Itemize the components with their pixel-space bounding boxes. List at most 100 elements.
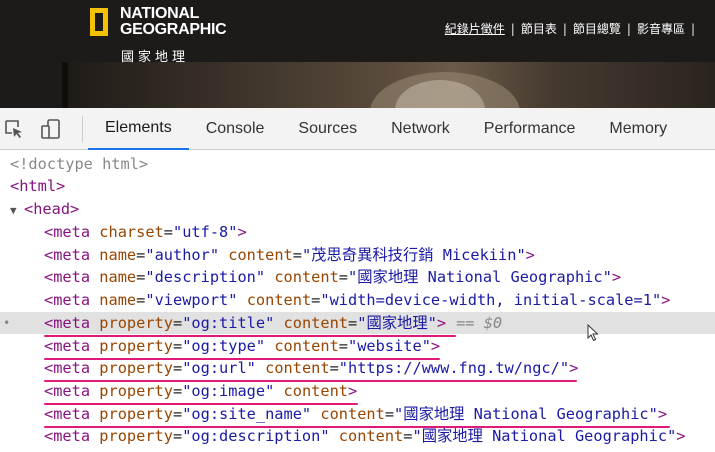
dom-node-meta[interactable]: <meta property="og:url" content="https:/… xyxy=(0,357,715,379)
tag-open: < xyxy=(44,268,54,287)
tag-close: > xyxy=(657,404,668,423)
attr-value[interactable]: og:description xyxy=(191,427,320,445)
hero-image-edge xyxy=(62,62,68,108)
tag-open: < xyxy=(44,427,54,446)
attr-value[interactable]: utf-8 xyxy=(182,223,228,241)
tab-memory[interactable]: Memory xyxy=(592,108,684,150)
nav-separator: | xyxy=(690,21,695,36)
attr-name[interactable]: name xyxy=(99,246,136,264)
dom-node-meta[interactable]: <meta name="description" content="國家地理 N… xyxy=(0,266,715,288)
natgeo-logo-icon[interactable] xyxy=(90,8,108,36)
attr-value[interactable]: website xyxy=(357,337,421,355)
attr-value[interactable]: https://www.fng.tw/ngc/ xyxy=(348,359,560,377)
attr-value[interactable]: 國家地理 National Geographic xyxy=(403,405,648,423)
attr-value[interactable]: og:type xyxy=(191,337,255,355)
tab-elements[interactable]: Elements xyxy=(88,108,189,150)
tag-close: > xyxy=(436,313,447,332)
tag-name: meta xyxy=(53,427,91,446)
tab-console[interactable]: Console xyxy=(189,108,282,150)
tag-close: > xyxy=(661,291,671,310)
top-navigation: 紀錄片徵件 | 節目表 | 節目總覽 | 影音專區 | xyxy=(445,20,701,37)
nav-link-documentary-call[interactable]: 紀錄片徵件 xyxy=(445,20,505,37)
tag-name: meta xyxy=(53,291,91,310)
tab-network[interactable]: Network xyxy=(374,108,467,150)
annotation-underline-og-image xyxy=(44,403,358,405)
nav-separator: | xyxy=(562,21,567,36)
attr-value[interactable]: description xyxy=(155,268,256,286)
natgeo-logo-text[interactable]: NATIONAL GEOGRAPHIC xyxy=(120,5,227,38)
attr-name[interactable]: content xyxy=(274,268,338,286)
attr-value[interactable]: 國家地理 National Geographic xyxy=(422,427,667,445)
logo-line-2: GEOGRAPHIC xyxy=(120,21,227,38)
tag-open: < xyxy=(44,336,54,355)
tab-performance[interactable]: Performance xyxy=(467,108,593,150)
html-tag-text: <html> xyxy=(10,177,66,195)
attr-value[interactable]: 國家地理 xyxy=(366,314,427,332)
tag-close: > xyxy=(569,359,579,378)
dom-node-doctype[interactable]: <!doctype html> xyxy=(0,153,715,175)
attr-name[interactable]: content xyxy=(339,427,403,445)
mouse-cursor-icon xyxy=(587,323,599,346)
nav-separator: | xyxy=(510,21,515,36)
website-header: NATIONAL GEOGRAPHIC 國家地理 紀錄片徵件 | 節目表 | 節… xyxy=(0,0,715,108)
tab-sources[interactable]: Sources xyxy=(281,108,374,150)
attr-name[interactable]: property xyxy=(99,382,173,400)
head-tag-text: <head> xyxy=(24,200,80,218)
tag-close: > xyxy=(611,268,622,287)
doctype-text: <!doctype html> xyxy=(10,155,149,173)
device-toolbar-icon[interactable] xyxy=(38,108,64,150)
attr-value[interactable]: og:image xyxy=(191,382,265,400)
tag-close: > xyxy=(525,245,535,264)
selected-console-ref: == $0 xyxy=(456,313,503,332)
attr-name[interactable]: property xyxy=(99,405,173,423)
dom-node-html[interactable]: <html> xyxy=(0,175,715,197)
attr-name[interactable]: content xyxy=(265,359,329,377)
logo-line-1: NATIONAL xyxy=(120,5,200,22)
attr-value[interactable]: 茂思奇異科技行銷 Micekiin xyxy=(311,246,516,264)
tag-name: meta xyxy=(53,245,91,264)
attr-name[interactable]: content xyxy=(284,314,348,332)
tag-name: meta xyxy=(53,404,91,423)
tag-open: < xyxy=(44,381,54,400)
attr-name[interactable]: property xyxy=(99,314,173,332)
attr-value[interactable]: width=device-width, initial-scale=1 xyxy=(330,291,652,309)
attr-name[interactable]: name xyxy=(99,291,136,309)
selected-node-dot-icon: • xyxy=(3,315,11,330)
expand-arrow-icon[interactable]: ▼ xyxy=(0,200,24,222)
attr-value[interactable]: og:site_name xyxy=(191,405,302,423)
attr-name[interactable]: content xyxy=(274,337,338,355)
dom-node-meta[interactable]: <meta property="og:type" content="websit… xyxy=(0,335,715,357)
devtools-toolbar: Elements Console Sources Network Perform… xyxy=(0,108,715,150)
attr-value[interactable]: og:url xyxy=(191,359,246,377)
dom-node-meta[interactable]: <meta charset="utf-8"> xyxy=(0,221,715,243)
dom-node-head[interactable]: ▼ <head> xyxy=(0,198,715,220)
attr-value[interactable]: author xyxy=(155,246,210,264)
toolbar-divider xyxy=(82,116,83,142)
dom-node-meta[interactable]: <meta property="og:site_name" content="國… xyxy=(0,403,715,425)
attr-name[interactable]: property xyxy=(99,337,173,355)
tag-open: < xyxy=(44,359,54,378)
dom-node-meta[interactable]: • <meta property="og:title" content="國家地理… xyxy=(0,311,715,334)
nav-link-schedule[interactable]: 節目表 xyxy=(521,20,557,37)
attr-name[interactable]: property xyxy=(99,359,173,377)
nav-link-programs[interactable]: 節目總覽 xyxy=(573,20,621,37)
attr-name[interactable]: content xyxy=(247,291,311,309)
dom-node-meta[interactable]: <meta name="author" content="茂思奇異科技行銷 Mi… xyxy=(0,244,715,266)
attr-name[interactable]: content xyxy=(320,405,384,423)
nav-separator: | xyxy=(626,21,631,36)
dom-node-meta[interactable]: <meta property="og:image" content> xyxy=(0,380,715,402)
attr-value[interactable]: viewport xyxy=(155,291,229,309)
tag-open: < xyxy=(44,245,54,264)
attr-name[interactable]: content xyxy=(228,246,292,264)
nav-link-video[interactable]: 影音專區 xyxy=(637,20,685,37)
dom-node-meta[interactable]: <meta property="og:description" content=… xyxy=(0,425,715,447)
attr-name[interactable]: content xyxy=(284,382,348,400)
inspect-element-icon[interactable] xyxy=(2,108,26,150)
attr-value[interactable]: og:title xyxy=(191,314,265,332)
dom-node-meta[interactable]: <meta name="viewport" content="width=dev… xyxy=(0,289,715,311)
attr-name[interactable]: name xyxy=(99,268,136,286)
tag-name: meta xyxy=(53,223,91,241)
attr-name[interactable]: property xyxy=(99,427,173,445)
attr-name[interactable]: charset xyxy=(99,223,163,241)
attr-value[interactable]: 國家地理 National Geographic xyxy=(357,268,602,286)
